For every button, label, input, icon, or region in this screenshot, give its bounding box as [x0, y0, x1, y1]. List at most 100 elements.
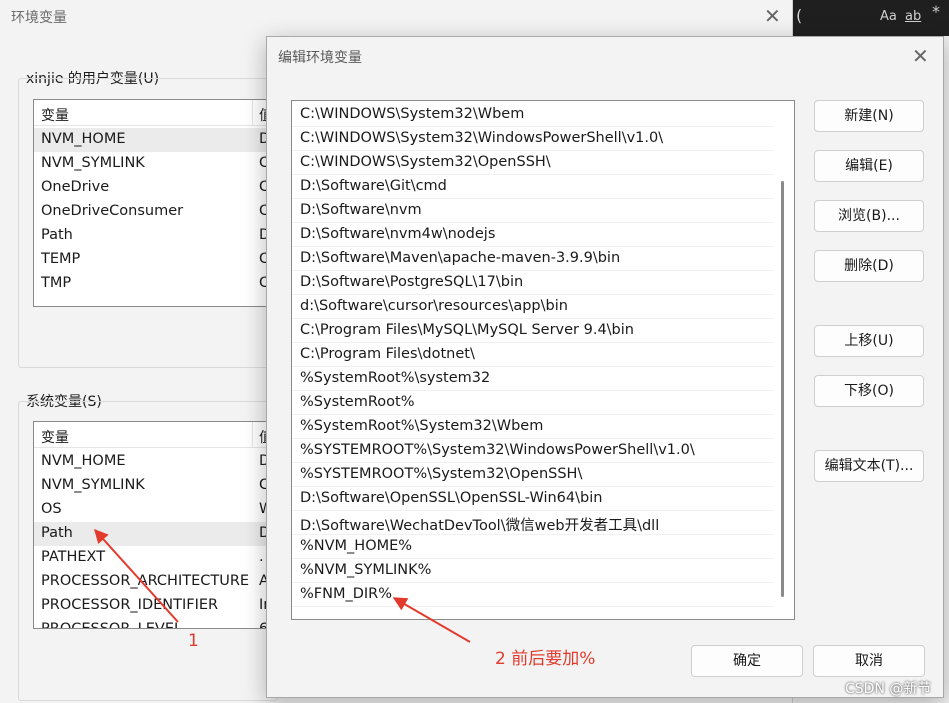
user-variables-list[interactable]: 变量 值 NVM_HOMEDNVM_SYMLINKCOneDriveCOneDr…: [33, 99, 283, 307]
path-entry[interactable]: D:\Software\nvm4w\nodejs: [292, 223, 774, 247]
move-down-button[interactable]: 下移(O): [814, 375, 924, 407]
terminal-strip: ( Aa ab *: [793, 0, 949, 36]
variable-name: Path: [41, 227, 73, 243]
delete-button[interactable]: 删除(D): [814, 250, 924, 282]
table-row[interactable]: NVM_HOME D: [34, 450, 282, 474]
whole-word-icon[interactable]: ab: [905, 9, 921, 24]
variable-name: Path: [41, 525, 73, 541]
path-entry-text: C:\WINDOWS\System32\OpenSSH\: [300, 154, 551, 170]
path-entry-text: %FNM_DIR%: [300, 586, 393, 602]
table-row[interactable]: Path D: [34, 522, 282, 546]
table-row[interactable]: NVM_SYMLINK C: [34, 152, 282, 176]
annotation-label-1: 1: [188, 631, 199, 651]
table-row[interactable]: TMP C: [34, 272, 282, 296]
path-entry[interactable]: %SystemRoot%\System32\Wbem: [292, 415, 774, 439]
path-entry-text: %SystemRoot%\System32\Wbem: [300, 418, 544, 434]
variable-name: OneDriveConsumer: [41, 203, 184, 219]
path-entry[interactable]: D:\Software\PostgreSQL\17\bin: [292, 271, 774, 295]
system-variables-list[interactable]: 变量 值 NVM_HOMEDNVM_SYMLINKCOSWPathDPATHEX…: [33, 421, 283, 629]
path-entry-text: C:\WINDOWS\System32\Wbem: [300, 106, 525, 122]
table-row[interactable]: OSW: [34, 498, 282, 522]
path-entry-text: %NVM_SYMLINK%: [300, 562, 432, 578]
variable-name: PROCESSOR_ARCHITECTURE: [41, 573, 250, 589]
match-case-icon[interactable]: Aa: [880, 9, 897, 24]
path-entry[interactable]: %SYSTEMROOT%\System32\WindowsPowerShell\…: [292, 439, 774, 463]
variable-name: NVM_HOME: [41, 453, 126, 469]
variable-name: TEMP: [41, 251, 81, 267]
path-entry-text: %SystemRoot%: [300, 394, 415, 410]
edit-text-button[interactable]: 编辑文本(T)...: [814, 450, 924, 482]
move-up-button[interactable]: 上移(U): [814, 325, 924, 357]
path-entry-text: C:\Program Files\dotnet\: [300, 346, 475, 362]
path-entry-text: %SYSTEMROOT%\System32\WindowsPowerShell\…: [300, 442, 695, 458]
cancel-button[interactable]: 取消: [813, 645, 925, 677]
csdn-watermark: CSDN @新节: [845, 681, 932, 697]
path-entry-text: D:\Software\Git\cmd: [300, 178, 447, 194]
path-entry[interactable]: D:\Software\Git\cmd: [292, 175, 774, 199]
terminal-paren: (: [796, 6, 803, 25]
table-row[interactable]: PATHEXT.: [34, 546, 282, 570]
path-entry-text: D:\Software\WechatDevTool\微信web开发者工具\dll: [300, 518, 660, 534]
variable-name: PROCESSOR_LEVEL: [41, 621, 183, 629]
path-entry[interactable]: C:\WINDOWS\System32\WindowsPowerShell\v1…: [292, 127, 774, 151]
table-row[interactable]: OneDriveConsumer C: [34, 200, 282, 224]
path-entry[interactable]: D:\Software\nvm: [292, 199, 774, 223]
path-entry[interactable]: %NVM_HOME%: [292, 535, 774, 559]
path-entry-text: D:\Software\nvm: [300, 202, 422, 218]
edit-dialog-close-icon[interactable]: ✕: [912, 46, 929, 66]
variable-name: OS: [41, 501, 62, 517]
path-entry[interactable]: C:\Program Files\MySQL\MySQL Server 9.4\…: [292, 319, 774, 343]
browse-button[interactable]: 浏览(B)...: [814, 200, 924, 232]
path-entry-text: %SYSTEMROOT%\System32\OpenSSH\: [300, 466, 583, 482]
path-entry[interactable]: C:\WINDOWS\System32\OpenSSH\: [292, 151, 774, 175]
regex-icon[interactable]: *: [932, 2, 940, 21]
table-row[interactable]: OneDrive C: [34, 176, 282, 200]
path-entry[interactable]: %SystemRoot%: [292, 391, 774, 415]
variable-name: NVM_SYMLINK: [41, 477, 145, 493]
table-row[interactable]: TEMP C: [34, 248, 282, 272]
variable-value: .: [259, 549, 264, 565]
path-entry[interactable]: %SystemRoot%\system32: [292, 367, 774, 391]
path-entry[interactable]: C:\Program Files\dotnet\: [292, 343, 774, 367]
variable-name: PATHEXT: [41, 549, 106, 565]
path-entry[interactable]: D:\Software\WechatDevTool\微信web开发者工具\dll: [292, 511, 774, 535]
annotation-label-2: 2 前后要加%: [495, 649, 596, 669]
ok-button[interactable]: 确定: [691, 645, 803, 677]
path-entry[interactable]: D:\Software\Maven\apache-maven-3.9.9\bin: [292, 247, 774, 271]
path-list-scrollbar[interactable]: [781, 181, 784, 597]
user-variables-header: 变量 值: [34, 100, 282, 126]
path-entry[interactable]: %NVM_SYMLINK%: [292, 559, 774, 583]
path-entry-text: C:\Program Files\MySQL\MySQL Server 9.4\…: [300, 322, 634, 338]
path-entry[interactable]: d:\Software\cursor\resources\app\bin: [292, 295, 774, 319]
system-variables-header: 变量 值: [34, 422, 282, 448]
table-row[interactable]: NVM_SYMLINK C: [34, 474, 282, 498]
path-entry-text: D:\Software\Maven\apache-maven-3.9.9\bin: [300, 250, 621, 266]
path-entries-list[interactable]: %FNM_DIR% %NVM_SYMLINK% %NVM_HOME% D:\Softw…: [291, 100, 795, 620]
path-entry-text: d:\Software\cursor\resources\app\bin: [300, 298, 568, 314]
variable-name: NVM_SYMLINK: [41, 155, 145, 171]
path-entry-text: %SystemRoot%\system32: [300, 370, 491, 386]
path-entry-text: D:\Software\PostgreSQL\17\bin: [300, 274, 524, 290]
variable-name: NVM_HOME: [41, 131, 126, 147]
path-entry-text: D:\Software\OpenSSL\OpenSSL-Win64\bin: [300, 490, 603, 506]
path-entry[interactable]: %SYSTEMROOT%\System32\OpenSSH\: [292, 463, 774, 487]
env-window-close-icon[interactable]: ✕: [764, 6, 781, 26]
env-window-title: 环境变量: [11, 10, 67, 26]
variable-name: PROCESSOR_IDENTIFIER: [41, 597, 219, 613]
edit-button[interactable]: 编辑(E): [814, 150, 924, 182]
path-entry[interactable]: D:\Software\OpenSSL\OpenSSL-Win64\bin: [292, 487, 774, 511]
path-entry[interactable]: C:\WINDOWS\System32\Wbem: [292, 103, 774, 127]
path-entry[interactable]: %FNM_DIR%: [292, 583, 774, 607]
table-row[interactable]: NVM_HOME D: [34, 128, 282, 152]
path-entry-text: C:\WINDOWS\System32\WindowsPowerShell\v1…: [300, 130, 664, 146]
table-row[interactable]: Path D: [34, 224, 282, 248]
col-variable-header[interactable]: 变量: [41, 427, 69, 447]
table-row[interactable]: PROCESSOR_LEVEL 6: [34, 618, 282, 629]
table-row[interactable]: PROCESSOR_ARCHITECTURE A: [34, 570, 282, 594]
variable-name: OneDrive: [41, 179, 110, 195]
col-variable-header[interactable]: 变量: [41, 105, 69, 125]
table-row[interactable]: PROCESSOR_IDENTIFIERIn: [34, 594, 282, 618]
path-entry-text: %NVM_HOME%: [300, 538, 413, 554]
edit-dialog-title: 编辑环境变量: [278, 50, 362, 66]
new-button[interactable]: 新建(N): [814, 100, 924, 132]
